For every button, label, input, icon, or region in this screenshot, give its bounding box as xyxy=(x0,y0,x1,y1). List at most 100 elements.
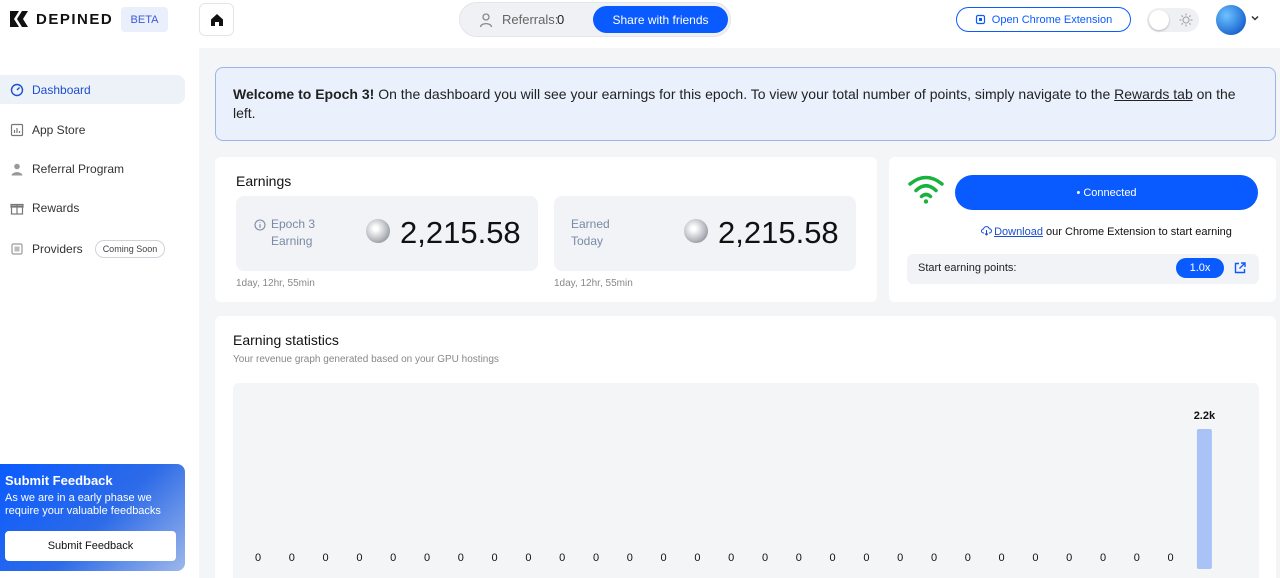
chart-data-label: 0 xyxy=(965,552,971,564)
sidebar-item-dashboard[interactable]: Dashboard xyxy=(0,75,185,104)
chart-data-label: 0 xyxy=(627,552,633,564)
welcome-heading: Welcome to Epoch 3! xyxy=(233,86,375,102)
epoch-earning-time: 1day, 12hr, 55min xyxy=(236,278,315,289)
home-button[interactable] xyxy=(199,3,234,36)
logo-text: DEPINED xyxy=(36,10,114,28)
sidebar-item-label: Providers xyxy=(32,241,83,256)
chart-data-label: 0 xyxy=(492,552,498,564)
chart-data-label: 0 xyxy=(1066,552,1072,564)
earnings-bar-chart: 0 0 0 0 0 0 0 0 0 0 0 0 0 0 0 0 0 0 0 0 0 0 0 0 0 0 0 0 2.2k xyxy=(255,410,1216,569)
download-text: our Chrome Extension to start earning xyxy=(1042,226,1232,238)
earning-statistics-title: Earning statistics xyxy=(233,332,339,348)
chart-data-label: 0 xyxy=(661,552,667,564)
download-link[interactable]: Download xyxy=(994,226,1043,238)
feedback-title: Submit Feedback xyxy=(5,473,113,488)
earned-today-value: 2,215.58 xyxy=(718,215,839,250)
earned-today-time: 1day, 12hr, 55min xyxy=(554,278,633,289)
chart-data-label: 0 xyxy=(728,552,734,564)
chart-data-label: 0 xyxy=(1100,552,1106,564)
chart-data-label: 0 xyxy=(694,552,700,564)
chart-data-label: 0 xyxy=(424,552,430,564)
coin-icon xyxy=(684,219,708,243)
submit-feedback-button[interactable]: Submit Feedback xyxy=(5,531,176,561)
chart-bar[interactable] xyxy=(1196,429,1212,569)
chart-data-label: 0 xyxy=(863,552,869,564)
sidebar-item-referral-program[interactable]: Referral Program xyxy=(0,154,185,183)
welcome-banner: Welcome to Epoch 3! On the dashboard you… xyxy=(215,67,1276,141)
coin-icon xyxy=(366,219,390,243)
feedback-text: As we are in a early phase we require yo… xyxy=(5,492,161,517)
open-chrome-extension-label: Open Chrome Extension xyxy=(991,13,1113,26)
chart-data-label: 0 xyxy=(897,552,903,564)
earning-statistics-card: Earning statistics Your revenue graph ge… xyxy=(215,316,1276,578)
extension-icon xyxy=(975,14,985,25)
toggle-knob xyxy=(1149,10,1169,30)
cloud-download-icon xyxy=(981,226,993,236)
beta-badge: BETA xyxy=(121,7,168,32)
chart-data-label: 0 xyxy=(356,552,362,564)
chart-data-label: 0 xyxy=(762,552,768,564)
open-chrome-extension-button[interactable]: Open Chrome Extension xyxy=(956,7,1131,32)
referrals-count: 0 xyxy=(557,12,565,27)
chart-data-label: 0 xyxy=(525,552,531,564)
sidebar-item-label: Rewards xyxy=(32,200,80,215)
chart-data-label: 0 xyxy=(931,552,937,564)
user-icon xyxy=(11,163,23,175)
earning-points-label: Start earning points: xyxy=(918,262,1017,274)
chart-data-label: 0 xyxy=(289,552,295,564)
top-header: DEPINED BETA Referrals: 0 Share with fri… xyxy=(0,0,1280,48)
logo[interactable]: DEPINED xyxy=(8,8,113,30)
user-icon xyxy=(479,13,493,28)
earned-today-label: Earned Today xyxy=(571,217,610,248)
referrals-label: Referrals: xyxy=(502,12,559,27)
chart-data-label: 0 xyxy=(1134,552,1140,564)
earnings-chart-area: 0 0 0 0 0 0 0 0 0 0 0 0 0 0 0 0 0 0 0 0 0 0 0 0 0 0 0 0 2.2k xyxy=(233,383,1259,578)
welcome-text: On the dashboard you will see your earni… xyxy=(374,86,1115,102)
chart-data-label: 0 xyxy=(830,552,836,564)
sidebar-item-app-store[interactable]: App Store xyxy=(0,115,185,144)
connection-card: • Connected Download our Chrome Extensio… xyxy=(889,157,1276,302)
external-link-icon[interactable] xyxy=(1233,261,1247,275)
chart-data-label: 0 xyxy=(1168,552,1174,564)
chart-data-label: 2.2k xyxy=(1194,410,1216,422)
sidebar-item-rewards[interactable]: Rewards xyxy=(0,193,185,222)
chart-data-label: 0 xyxy=(593,552,599,564)
chart-data-label: 0 xyxy=(458,552,464,564)
app-store-icon xyxy=(10,123,24,136)
avatar[interactable] xyxy=(1216,5,1246,35)
multiplier-badge[interactable]: 1.0x xyxy=(1176,258,1224,278)
earnings-card: Earnings Epoch 3 Earning 2,215.58 1day, … xyxy=(215,157,877,302)
connected-status-button[interactable]: • Connected xyxy=(955,175,1258,210)
referrals-pill: Referrals: 0 Share with friends xyxy=(459,2,731,37)
dashboard-icon xyxy=(10,83,24,96)
chart-data-label: 0 xyxy=(559,552,565,564)
server-icon xyxy=(11,242,23,255)
earned-today-box: Earned Today 2,215.58 xyxy=(554,196,856,271)
info-icon xyxy=(254,219,266,231)
epoch-earning-value: 2,215.58 xyxy=(400,215,521,250)
chart-data-label: 0 xyxy=(323,552,329,564)
chart-data-label: 0 xyxy=(1032,552,1038,564)
home-icon xyxy=(210,13,223,26)
share-with-friends-button[interactable]: Share with friends xyxy=(593,6,728,33)
chart-data-label: 0 xyxy=(999,552,1005,564)
sidebar-item-label: Dashboard xyxy=(32,82,91,97)
sidebar-item-providers[interactable]: Providers Coming Soon xyxy=(0,234,185,263)
earnings-title: Earnings xyxy=(236,173,292,189)
sun-icon xyxy=(1179,13,1193,27)
download-line: Download our Chrome Extension to start e… xyxy=(955,225,1258,238)
coming-soon-badge: Coming Soon xyxy=(94,239,166,258)
sidebar-item-label: App Store xyxy=(32,122,86,137)
earning-statistics-subtitle: Your revenue graph generated based on yo… xyxy=(233,354,499,365)
earning-points-row: Start earning points: 1.0x xyxy=(907,254,1259,284)
rewards-tab-link[interactable]: Rewards tab xyxy=(1114,86,1193,102)
wifi-icon xyxy=(908,175,944,204)
epoch-earning-label: Epoch 3 Earning xyxy=(271,217,316,248)
sidebar: Dashboard App Store Referral Program Rew… xyxy=(0,48,199,578)
chart-data-label: 0 xyxy=(255,552,261,564)
chevron-down-icon[interactable] xyxy=(1250,13,1260,23)
sidebar-item-label: Referral Program xyxy=(32,161,125,176)
theme-toggle[interactable] xyxy=(1147,8,1199,32)
epoch-earning-box: Epoch 3 Earning 2,215.58 xyxy=(236,196,538,271)
logo-icon xyxy=(10,11,28,27)
